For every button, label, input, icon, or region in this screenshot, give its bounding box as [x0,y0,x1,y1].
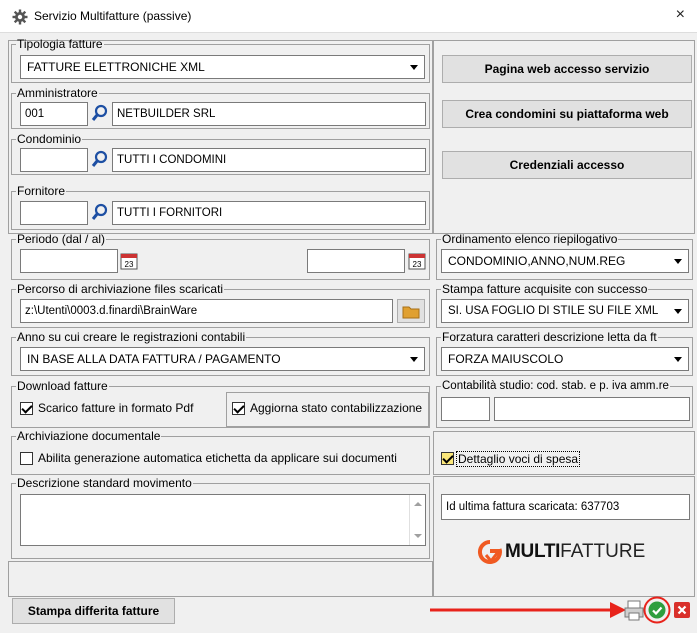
contabilita-legend: Contabilità studio: cod. stab. e p. iva … [442,380,669,392]
window-title: Servizio Multifatture (passive) [34,9,192,23]
pagina-web-button[interactable]: Pagina web accesso servizio [442,55,692,83]
chevron-down-icon [410,65,418,70]
logo-icon [477,539,502,564]
svg-text:23: 23 [413,260,422,269]
ordinamento-value: CONDOMINIO,ANNO,NUM.REG [448,254,626,268]
amministratore-name-field[interactable]: NETBUILDER SRL [112,102,426,126]
archiviazione-label: Abilita generazione automatica etichetta… [38,451,397,465]
fornitore-name-field[interactable]: TUTTI I FORNITORI [112,201,426,225]
stampa-fatture-select[interactable]: SI. USA FOGLIO DI STILE SU FILE XML [441,299,689,323]
pdf-checkbox[interactable] [20,402,33,415]
descrizione-legend: Descrizione standard movimento [17,476,192,490]
search-icon[interactable] [89,148,111,172]
stampa-differita-button[interactable]: Stampa differita fatture [12,598,175,624]
aggiorna-label: Aggiorna stato contabilizzazione [250,401,423,415]
aggiorna-checkbox[interactable] [232,402,245,415]
calendar-icon[interactable]: 23 [120,252,138,270]
archiviazione-checkbox[interactable] [20,452,33,465]
logo-text-bold: MULTI [505,541,561,562]
title-bar: Servizio Multifatture (passive) × [0,0,697,32]
download-legend: Download fatture [17,379,108,393]
archiviazione-legend: Archiviazione documentale [17,429,161,443]
pdf-label: Scarico fatture in formato Pdf [38,401,194,415]
fornitore-legend: Fornitore [17,184,66,198]
print-icon[interactable] [623,598,645,622]
calendar-icon[interactable]: 23 [408,252,426,270]
gear-icon [12,9,28,25]
search-icon[interactable] [89,102,111,126]
fornitore-code-field[interactable] [20,201,88,225]
ordinamento-select[interactable]: CONDOMINIO,ANNO,NUM.REG [441,249,689,273]
amministratore-code-field[interactable]: 001 [20,102,88,126]
tipologia-legend: Tipologia fatture [17,37,103,51]
periodo-to-field[interactable] [307,249,405,273]
ordinamento-legend: Ordinamento elenco riepilogativo [442,232,618,246]
descrizione-textarea[interactable] [20,494,426,546]
forzatura-value: FORZA MAIUSCOLO [448,352,564,366]
credenziali-button[interactable]: Credenziali accesso [442,151,692,179]
stampa-fatture-value: SI. USA FOGLIO DI STILE SU FILE XML [448,305,659,317]
folder-icon[interactable] [397,299,425,323]
tipologia-value: FATTURE ELETTRONICHE XML [27,60,205,74]
amministratore-legend: Amministratore [17,86,98,100]
client-area: Tipologia fatture FATTURE ELETTRONICHE X… [0,32,697,633]
percorso-legend: Percorso di archiviazione files scaricat… [17,282,224,296]
multifatture-logo: MULTI FATTURE [477,539,645,565]
bottom-left-panel [8,561,433,597]
close-button[interactable]: × [676,6,685,24]
ultima-fattura-field: Id ultima fattura scaricata: 637703 [441,494,690,520]
condominio-legend: Condominio [17,132,82,146]
condominio-code-field[interactable] [20,148,88,172]
logo-text-light: FATTURE [560,541,646,562]
periodo-legend: Periodo (dal / al) [17,232,106,246]
anno-value: IN BASE ALLA DATA FATTURA / PAGAMENTO [27,352,281,366]
annotation-arrow [430,602,626,618]
anno-legend: Anno su cui creare le registrazioni cont… [17,330,246,344]
scrollbar[interactable] [409,495,425,545]
stampa-fatture-legend: Stampa fatture acquisite con successo [442,282,648,296]
search-icon[interactable] [89,201,111,225]
scroll-up-icon[interactable] [414,502,422,506]
ok-button[interactable] [643,596,671,624]
anno-select[interactable]: IN BASE ALLA DATA FATTURA / PAGAMENTO [20,347,425,371]
condominio-name-field[interactable]: TUTTI I CONDOMINI [112,148,426,172]
crea-condomini-button[interactable]: Crea condomini su piattaforma web [442,100,692,128]
contabilita-cod-field[interactable] [441,397,490,421]
chevron-down-icon [674,309,682,314]
chevron-down-icon [410,357,418,362]
periodo-from-field[interactable] [20,249,118,273]
forzatura-select[interactable]: FORZA MAIUSCOLO [441,347,689,371]
tipologia-select[interactable]: FATTURE ELETTRONICHE XML [20,55,425,79]
scroll-down-icon[interactable] [414,534,422,538]
contabilita-piva-field[interactable] [494,397,690,421]
dettaglio-checkbox[interactable] [441,452,454,465]
forzatura-legend: Forzatura caratteri descrizione letta da… [442,330,657,344]
dettaglio-label: Dettaglio voci di spesa [456,451,581,467]
cancel-button[interactable] [673,601,691,619]
chevron-down-icon [674,357,682,362]
percorso-field[interactable]: z:\Utenti\0003.d.finardi\BrainWare [20,299,393,323]
svg-text:23: 23 [125,260,134,269]
chevron-down-icon [674,259,682,264]
